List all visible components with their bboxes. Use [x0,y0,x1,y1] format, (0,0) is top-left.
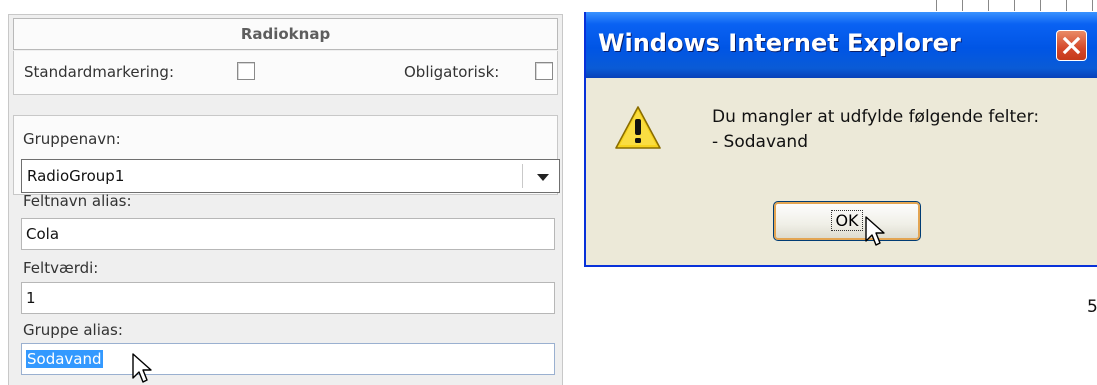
alert-dialog: Windows Internet Explorer Du mangler at … [584,12,1097,267]
field-alias-label: Feltnavn alias: [23,192,132,210]
group-name-label: Gruppenavn: [23,130,121,148]
radio-button-properties-panel: Radioknap Standardmarkering: Obligatoris… [8,14,563,385]
mouse-cursor-icon [132,353,152,383]
field-value-label: Feltværdi: [23,259,99,277]
required-label: Obligatorisk: [404,63,500,81]
dialog-titlebar: Windows Internet Explorer [586,12,1097,78]
combo-separator [522,164,523,188]
dialog-title: Windows Internet Explorer [598,29,961,57]
group-alias-label: Gruppe alias: [23,321,123,339]
group-alias-input[interactable]: Sodavand [21,343,555,375]
group-name-value: RadioGroup1 [27,167,125,185]
dialog-message: Du mangler at udfylde følgende felter: -… [712,105,1039,155]
page-number: 5 [1087,297,1097,317]
mouse-cursor-icon [865,216,885,246]
checkbox-row: Standardmarkering: Obligatorisk: [13,51,558,95]
group-alias-selected-text: Sodavand [26,350,103,368]
required-checkbox[interactable] [535,62,553,80]
ok-button[interactable]: OK [773,201,921,241]
warning-icon [615,106,661,149]
group-name-select[interactable]: RadioGroup1 [21,159,560,193]
close-button[interactable] [1056,30,1087,61]
background-window-edge [936,0,1097,11]
ok-button-label: OK [831,210,863,231]
field-alias-input[interactable]: Cola [21,218,555,250]
message-line-1: Du mangler at udfylde følgende felter: [712,107,1040,127]
panel-title: Radioknap [13,18,558,50]
message-line-2: - Sodavand [712,132,808,152]
chevron-down-icon[interactable] [537,174,549,181]
default-mark-checkbox[interactable] [237,62,255,80]
default-mark-label: Standardmarkering: [24,63,175,81]
field-value-input[interactable]: 1 [21,282,555,314]
close-icon [1062,36,1081,55]
